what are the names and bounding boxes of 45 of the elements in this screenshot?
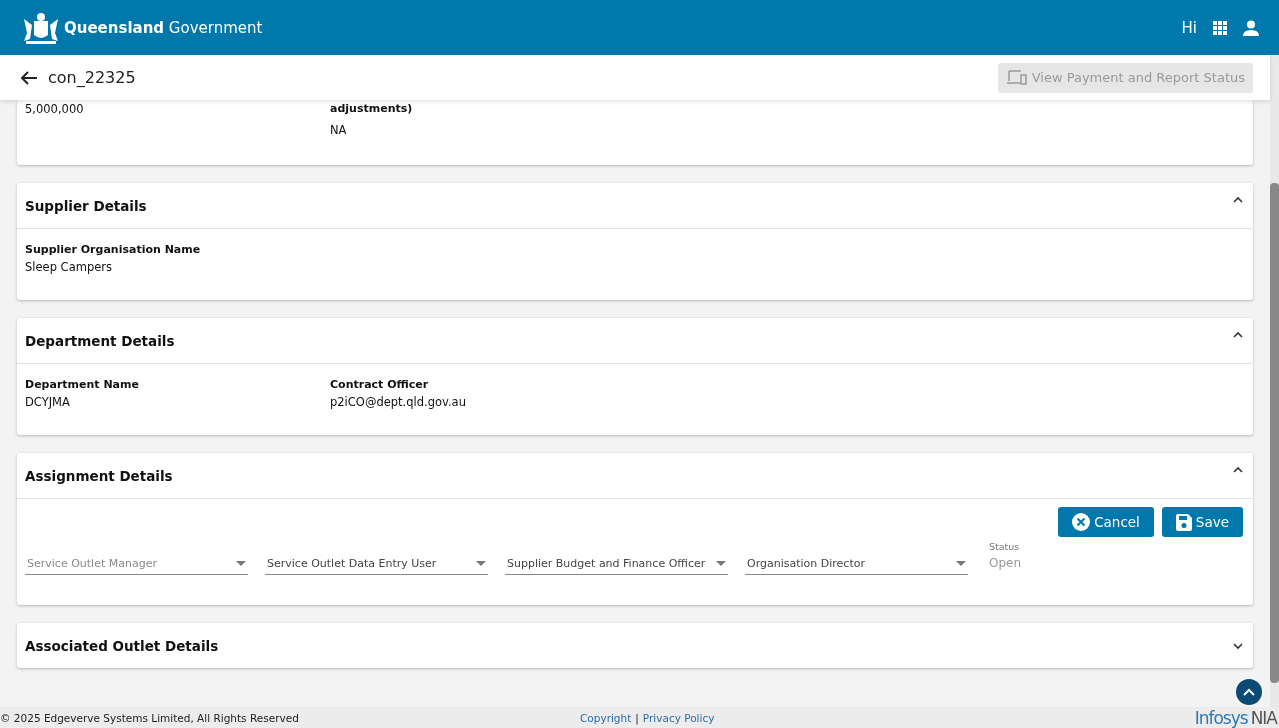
- dropdown-caret-icon: [956, 561, 966, 566]
- scrollbar-thumb[interactable]: [1270, 183, 1279, 683]
- field-label: adjustments): [330, 102, 414, 115]
- brand-name: Queensland Government: [64, 18, 263, 37]
- field-value: Sleep Campers: [25, 260, 113, 274]
- field-label: Supplier Organisation Name: [25, 243, 202, 256]
- section-title: Assignment Details: [25, 467, 173, 484]
- cancel-button[interactable]: Cancel: [1058, 507, 1154, 537]
- link-separator: |: [635, 711, 639, 724]
- save-button[interactable]: Save: [1161, 507, 1243, 537]
- section-title: Department Details: [25, 332, 175, 349]
- chevron-down-icon[interactable]: [1233, 643, 1243, 650]
- field-value: p2iCO@dept.qld.gov.au: [330, 395, 467, 409]
- apps-grid-icon[interactable]: [1213, 20, 1227, 35]
- infosys-nia-logo: Infosys NIA: [1194, 707, 1277, 728]
- page-title: con_22325: [48, 68, 136, 87]
- field-label: Department Name: [25, 378, 140, 391]
- chevron-up-icon[interactable]: [1233, 331, 1243, 338]
- field-value: DCYJMA: [25, 395, 71, 409]
- role-dropdown[interactable]: Supplier Budget and Finance Officer: [505, 557, 728, 575]
- field-value: NA: [330, 123, 348, 137]
- privacy-policy-link[interactable]: Privacy Policy: [642, 711, 715, 724]
- devices-icon: [1005, 70, 1028, 85]
- copyright-text: © 2025 Edgeverve Systems Limited, All Rights Reserved: [0, 711, 299, 724]
- scroll-to-top-button[interactable]: [1236, 679, 1262, 705]
- dropdown-caret-icon: [476, 561, 486, 566]
- copyright-link[interactable]: Copyright: [580, 711, 632, 724]
- chevron-up-icon[interactable]: [1233, 196, 1243, 203]
- chevron-up-icon[interactable]: [1233, 466, 1243, 473]
- section-title: Supplier Details: [25, 197, 147, 214]
- chevron-up-icon: [1243, 688, 1255, 696]
- status-label: Status: [989, 541, 1021, 552]
- field-value: 5,000,000: [25, 102, 85, 116]
- role-dropdown[interactable]: Service Outlet Data Entry User: [265, 557, 488, 575]
- greeting-text: Hi: [1181, 18, 1197, 37]
- section-title: Associated Outlet Details: [25, 637, 219, 654]
- field-label: Contract Officer: [330, 378, 430, 391]
- user-icon[interactable]: [1243, 19, 1259, 36]
- dropdown-caret-icon: [236, 561, 246, 566]
- role-dropdown[interactable]: Organisation Director: [745, 557, 968, 575]
- dropdown-caret-icon: [716, 561, 726, 566]
- close-icon: [1072, 513, 1091, 531]
- back-arrow-icon[interactable]: [20, 69, 38, 86]
- save-icon: [1175, 513, 1192, 531]
- status-value: Open: [989, 556, 1022, 572]
